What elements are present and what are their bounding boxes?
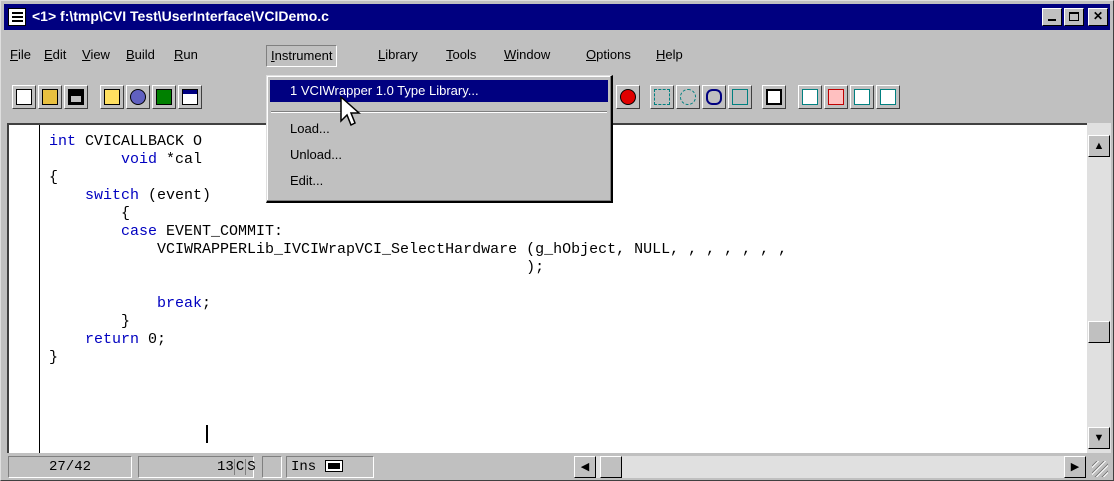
cvi-editor-window: <1> f:\tmp\CVI Test\UserInterface\VCIDem…	[0, 0, 1114, 481]
maximize-button[interactable]	[1064, 8, 1084, 26]
menu-tools[interactable]: Tools	[442, 45, 480, 67]
tools-icon	[130, 89, 146, 105]
code-line: VCIWRAPPERLib_IVCIWrapVCI_SelectHardware…	[49, 241, 788, 258]
menu-item-vciwrapper[interactable]: 1 VCIWrapper 1.0 Type Library...	[270, 80, 608, 102]
menu-view[interactable]: View	[78, 45, 114, 67]
code-line: }	[49, 349, 59, 366]
edit-button[interactable]	[100, 85, 124, 109]
menu-instrument[interactable]: Instrument	[266, 45, 338, 67]
menu-run[interactable]: Run	[170, 45, 202, 67]
toggle-2-icon	[828, 89, 844, 105]
minimize-button[interactable]	[1042, 8, 1062, 26]
code-line: switch (event)	[85, 187, 212, 204]
step-into-icon	[654, 89, 670, 105]
menu-bar: File Edit View Build Run Instrument Libr…	[4, 45, 1110, 67]
menu-library[interactable]: Library	[374, 45, 422, 67]
toggle-1-button[interactable]	[798, 85, 822, 109]
open-file-button[interactable]	[38, 85, 62, 109]
panel-button[interactable]	[178, 85, 202, 109]
menu-help[interactable]: Help	[652, 45, 687, 67]
scroll-left-button[interactable]: ◀	[574, 456, 596, 478]
editor-margin	[39, 125, 40, 453]
horizontal-scrollbar[interactable]: ◀ ▶	[574, 456, 1086, 478]
new-file-icon	[16, 89, 32, 105]
menu-file[interactable]: File	[6, 45, 35, 67]
toggle-4-button[interactable]	[876, 85, 900, 109]
save-button[interactable]	[64, 85, 88, 109]
resize-grip[interactable]	[1092, 461, 1108, 477]
insert-mode-field: Ins	[286, 456, 374, 478]
menu-options[interactable]: Options	[582, 45, 635, 67]
menu-item-unload[interactable]: Unload...	[270, 144, 608, 166]
open-folder-icon	[42, 89, 58, 105]
status-bar: 27/42 13 C S Ins ◀ ▶	[4, 455, 1110, 479]
maximize-icon	[1069, 12, 1079, 21]
vertical-scrollbar[interactable]: ▲ ▼	[1087, 123, 1111, 453]
toggle-2-button[interactable]	[824, 85, 848, 109]
find-icon	[732, 89, 748, 105]
menu-item-edit[interactable]: Edit...	[270, 170, 608, 192]
toggle-1-icon	[802, 89, 818, 105]
status-field-empty	[262, 456, 282, 478]
scroll-thumb[interactable]	[1088, 321, 1110, 343]
toggle-3-button[interactable]	[850, 85, 874, 109]
scroll-right-button[interactable]: ▶	[1064, 456, 1086, 478]
title-bar: <1> f:\tmp\CVI Test\UserInterface\VCIDem…	[4, 4, 1110, 30]
new-file-button[interactable]	[12, 85, 36, 109]
code-line: return 0;	[85, 331, 167, 348]
close-button[interactable]: ✕	[1088, 8, 1108, 26]
text-caret	[206, 425, 208, 443]
clipboard-button[interactable]	[762, 85, 786, 109]
code-line: }	[49, 313, 131, 330]
code-line: {	[49, 169, 59, 186]
stop-button[interactable]	[616, 85, 640, 109]
s-flag: S	[245, 459, 257, 475]
menu-edit[interactable]: Edit	[40, 45, 70, 67]
code-line: );	[49, 259, 545, 276]
close-icon: ✕	[1092, 9, 1104, 23]
instrument-menu: 1 VCIWrapper 1.0 Type Library... Load...…	[266, 75, 613, 203]
binoculars-icon	[156, 89, 172, 105]
c-flag: C	[233, 459, 246, 475]
arrow-down-icon: ▼	[1093, 432, 1105, 444]
column-number: 13	[217, 459, 234, 475]
find-button[interactable]	[728, 85, 752, 109]
system-menu-icon[interactable]	[8, 8, 26, 26]
line-position: 27/42	[8, 456, 132, 478]
scroll-down-button[interactable]: ▼	[1088, 427, 1110, 449]
panel-icon	[182, 89, 198, 105]
binoculars-button[interactable]	[152, 85, 176, 109]
glasses-button[interactable]	[702, 85, 726, 109]
arrow-left-icon: ◀	[580, 461, 590, 473]
stop-icon	[620, 89, 636, 105]
column-indicator: 13 C S	[138, 456, 257, 478]
tools-button[interactable]	[126, 85, 150, 109]
scroll-up-button[interactable]: ▲	[1088, 135, 1110, 157]
window-title: <1> f:\tmp\CVI Test\UserInterface\VCIDem…	[32, 8, 329, 24]
glasses-icon	[706, 89, 722, 105]
toggle-3-icon	[854, 89, 870, 105]
menu-build[interactable]: Build	[122, 45, 159, 67]
menu-item-load[interactable]: Load...	[270, 118, 608, 140]
arrow-up-icon: ▲	[1093, 140, 1105, 152]
step-over-button[interactable]	[676, 85, 700, 109]
edit-icon	[104, 89, 120, 105]
code-line: break;	[157, 295, 212, 312]
insert-mode: Ins	[291, 459, 317, 475]
menu-separator	[271, 111, 607, 113]
clipboard-icon	[766, 89, 782, 105]
step-into-button[interactable]	[650, 85, 674, 109]
toggle-4-icon	[880, 89, 896, 105]
arrow-right-icon: ▶	[1070, 461, 1080, 473]
keyboard-icon	[324, 460, 343, 473]
menu-window[interactable]: Window	[500, 45, 554, 67]
mouse-cursor-icon	[340, 95, 361, 127]
code-line: {	[49, 205, 131, 222]
minimize-icon	[1048, 19, 1056, 21]
save-icon	[68, 89, 84, 105]
step-over-icon	[680, 89, 696, 105]
code-line: case EVENT_COMMIT:	[121, 223, 284, 240]
horizontal-scroll-thumb[interactable]	[600, 456, 622, 478]
